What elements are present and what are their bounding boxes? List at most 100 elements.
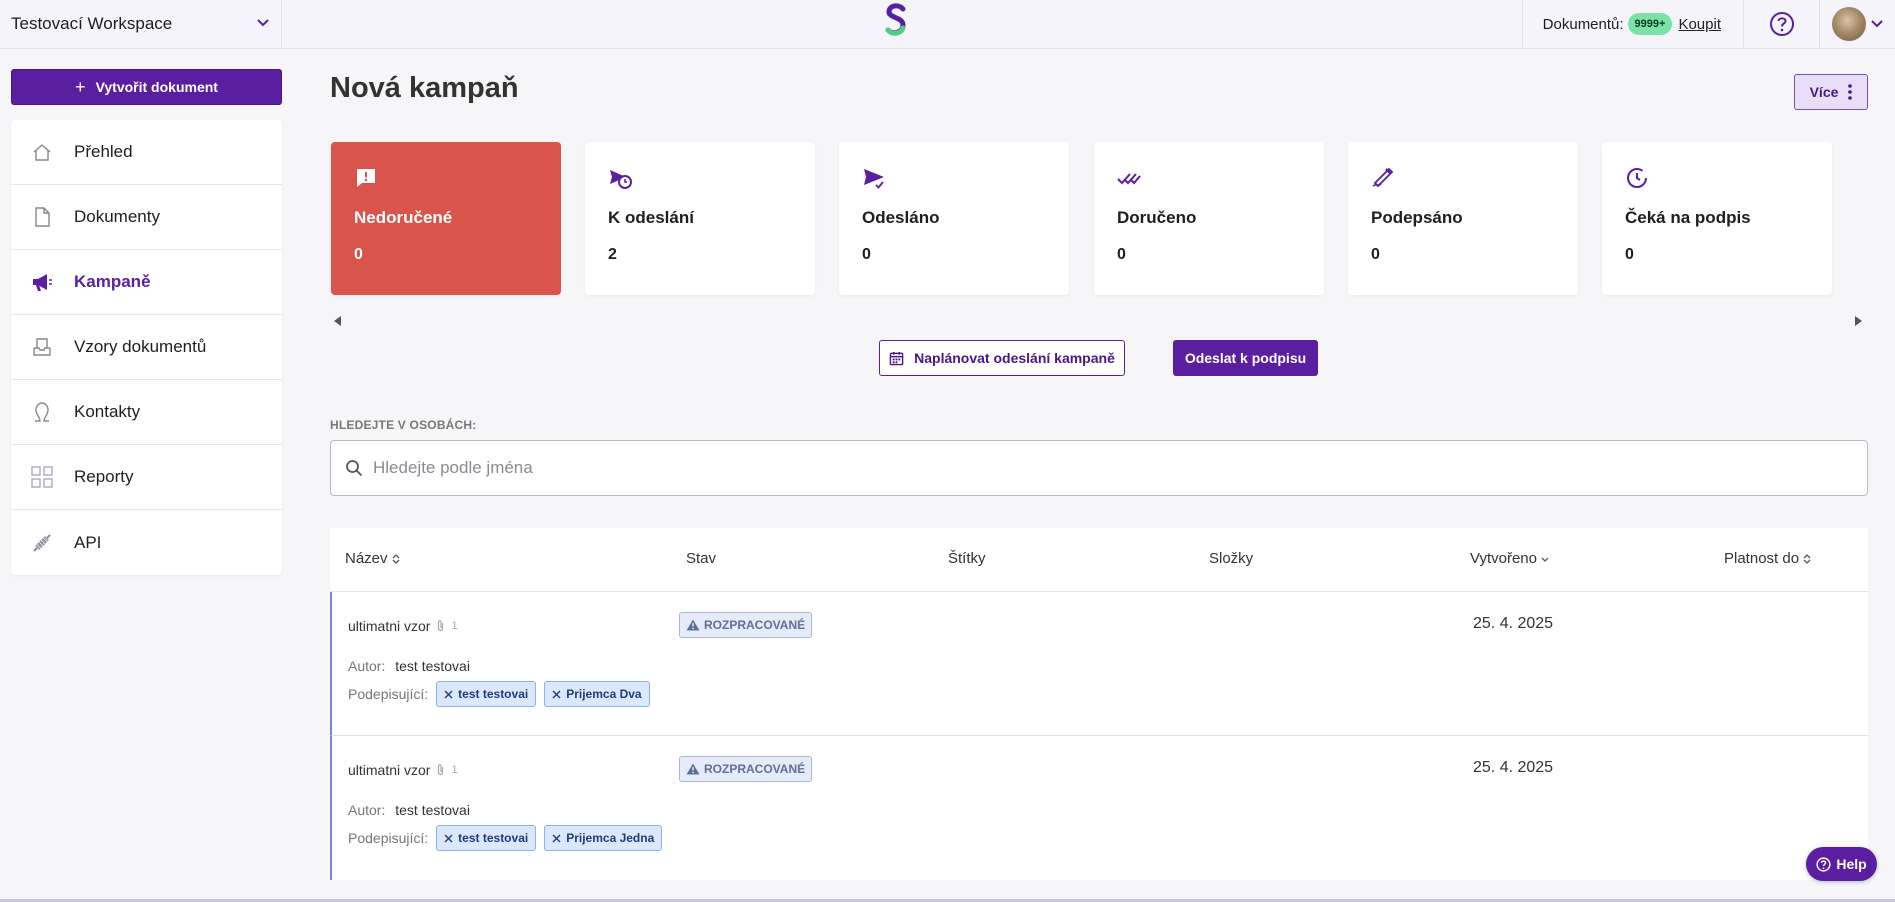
card-label: Nedoručené [354, 208, 453, 227]
send-icon [864, 169, 884, 189]
card-value: 2 [608, 246, 617, 263]
table-row[interactable]: ultimatni vzor 1 ROZPRACOVANÉ 25. 4. 202… [330, 592, 1868, 736]
signers-line: Podepisující: test testovai Prijemca Dva [348, 681, 658, 707]
column-header-created[interactable]: Vytvořeno [1470, 550, 1550, 567]
carousel-next-arrow[interactable] [1855, 316, 1862, 326]
send-clock-icon [610, 170, 632, 189]
column-label: Název [345, 550, 388, 567]
sidebar-item-label: API [74, 532, 102, 552]
status-card-undelivered[interactable]: Nedoručené 0 [331, 142, 561, 295]
schedule-campaign-button[interactable]: Naplánovat odeslání kampaně [879, 340, 1125, 376]
card-label: K odeslání [608, 208, 694, 227]
signer-chip[interactable]: test testovai [436, 681, 537, 707]
row-name[interactable]: ultimatni vzor 1 [348, 618, 458, 634]
send-for-signature-label: Odeslat k podpisu [1184, 350, 1307, 366]
sort-icon [392, 553, 399, 564]
signer-name: Prijemca Dva [566, 687, 642, 701]
carousel-prev-arrow[interactable] [334, 316, 341, 326]
sidebar-item-label: Kampaně [74, 272, 151, 291]
column-header-valid-until[interactable]: Platnost do [1724, 550, 1812, 567]
app-logo[interactable] [881, 3, 911, 39]
row-name[interactable]: ultimatni vzor 1 [348, 762, 458, 778]
question-icon [1769, 12, 1794, 36]
card-label: Doručeno [1117, 208, 1197, 227]
create-document-button[interactable]: + Vytvořit dokument [11, 69, 282, 105]
column-header-tags: Štítky [948, 550, 986, 567]
signer-chip[interactable]: Prijemca Dva [544, 681, 650, 707]
help-button[interactable] [1743, 0, 1819, 48]
sort-icon [1803, 553, 1811, 564]
plug-icon [33, 533, 51, 552]
author-label: Autor: [348, 658, 386, 674]
status-card-sent[interactable]: Odesláno 0 [839, 142, 1069, 295]
status-badge: ROZPRACOVANÉ [679, 756, 813, 782]
send-for-signature-button[interactable]: Odeslat k podpisu [1173, 340, 1318, 376]
column-label: Složky [1209, 550, 1254, 567]
document-icon [35, 207, 50, 227]
signer-chip[interactable]: test testovai [436, 825, 537, 851]
status-text: ROZPRACOVANÉ [704, 762, 806, 776]
chevron-down-icon [1870, 20, 1883, 28]
created-date: 25. 4. 2025 [1473, 615, 1554, 632]
sidebar-item-label: Vzory dokumentů [74, 337, 207, 356]
buy-link[interactable]: Koupit [1678, 16, 1721, 33]
status-card-delivered[interactable]: Doručeno 0 [1094, 142, 1324, 295]
sidebar-item-label: Kontakty [74, 402, 141, 421]
column-label: Platnost do [1724, 550, 1800, 567]
status-card-signed[interactable]: Podepsáno 0 [1348, 142, 1578, 295]
megaphone-icon [33, 274, 52, 291]
column-label: Stav [686, 550, 717, 567]
status-card-to-send[interactable]: K odeslání 2 [585, 142, 815, 295]
author-line: Autor: test testovai [348, 802, 470, 818]
created-date: 25. 4. 2025 [1473, 759, 1554, 776]
column-header-folders: Složky [1209, 550, 1253, 567]
column-header-name[interactable]: Název [345, 550, 401, 567]
grid-icon [31, 466, 53, 488]
close-icon [552, 834, 561, 842]
signer-name: Prijemca Jedna [566, 831, 655, 845]
sidebar-item-templates[interactable]: Vzory dokumentů [11, 315, 282, 380]
table-row[interactable]: ultimatni vzor 1 ROZPRACOVANÉ 25. 4. 202… [330, 736, 1868, 880]
card-label: Čeká na podpis [1625, 208, 1751, 227]
clock-icon [1627, 168, 1647, 188]
documents-label: Dokumentů: [1542, 15, 1624, 33]
user-menu[interactable] [1819, 0, 1895, 48]
template-icon [33, 338, 51, 356]
question-icon [1816, 856, 1831, 872]
status-text: ROZPRACOVANÉ [704, 618, 806, 632]
card-label: Odesláno [862, 208, 940, 227]
close-icon [444, 834, 453, 842]
signature-icon [1372, 167, 1394, 188]
plus-icon: + [75, 77, 86, 97]
status-card-awaiting-signature[interactable]: Čeká na podpis 0 [1602, 142, 1832, 295]
home-icon [33, 144, 51, 161]
card-value: 0 [1371, 246, 1380, 263]
documents-count-badge: 9999+ [1627, 13, 1673, 35]
author-name: test testovai [395, 658, 470, 674]
sidebar-item-reports[interactable]: Reporty [11, 445, 282, 510]
sidebar-item-documents[interactable]: Dokumenty [11, 185, 282, 250]
signers-line: Podepisující: test testovai Prijemca Jed… [348, 825, 670, 851]
more-button[interactable]: Více [1794, 74, 1868, 110]
search-input[interactable]: Hledejte podle jména [330, 440, 1868, 496]
search-label: HLEDEJTE V OSOBÁCH: [330, 418, 477, 432]
workspace-selector[interactable]: Testovací Workspace [0, 0, 282, 48]
sidebar-item-contacts[interactable]: Kontakty [11, 380, 282, 445]
sidebar-item-label: Dokumenty [74, 207, 160, 226]
author-line: Autor: test testovai [348, 658, 470, 674]
sidebar-nav: Přehled Dokumenty Kampaně Vzory dokument… [11, 120, 282, 575]
column-header-status: Stav [686, 550, 716, 567]
sidebar-item-label: Reporty [74, 467, 134, 486]
page-title: Nová kampaň [330, 72, 519, 104]
sidebar-item-campaigns[interactable]: Kampaně [11, 250, 282, 315]
column-label: Štítky [948, 550, 986, 567]
help-chat-button[interactable]: Help [1806, 847, 1877, 881]
signer-chip[interactable]: Prijemca Jedna [544, 825, 663, 851]
author-name: test testovai [395, 802, 470, 818]
top-bar: Testovací Workspace Dokumentů: 9999+ Kou… [0, 0, 1895, 49]
sidebar-item-api[interactable]: API [11, 510, 282, 575]
sidebar-item-overview[interactable]: Přehled [11, 120, 282, 185]
paperclip-icon [438, 620, 444, 632]
paperclip-icon [438, 764, 444, 776]
calendar-icon [889, 351, 904, 365]
